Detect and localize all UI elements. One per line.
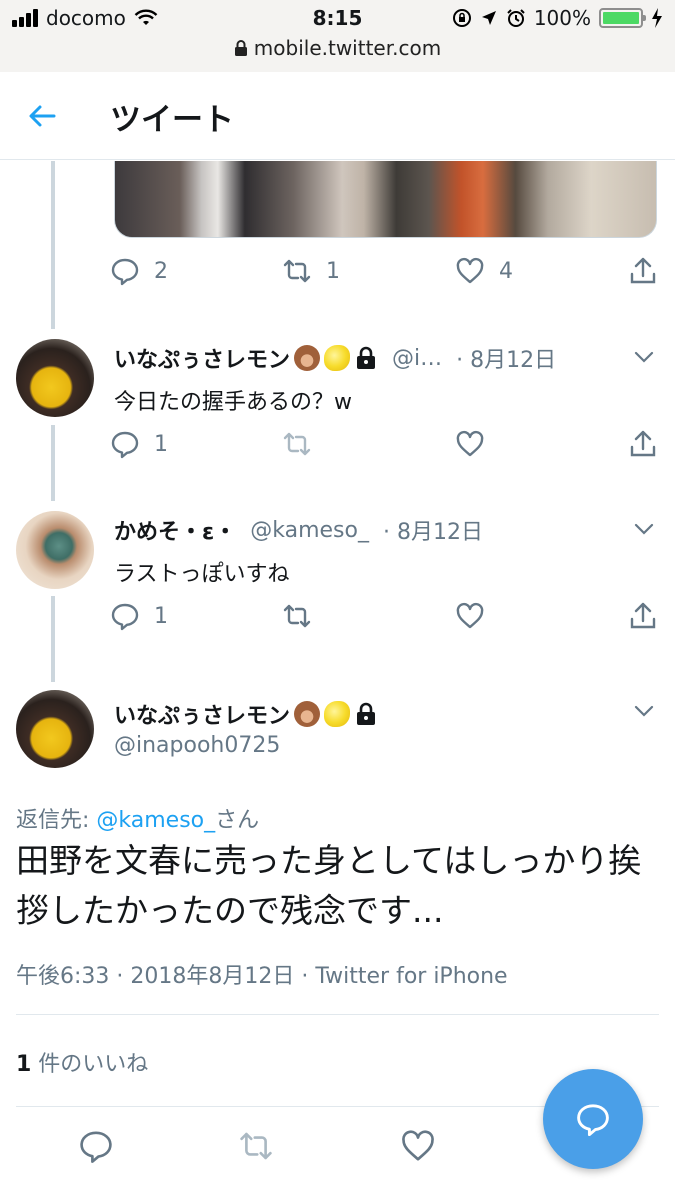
retweet-icon (283, 432, 311, 456)
protected-lock-icon (357, 346, 376, 369)
reply-button[interactable]: 2 (110, 256, 168, 286)
page-title: ツイート (110, 102, 234, 138)
heart-icon (456, 257, 484, 284)
battery-percent: 100% (533, 6, 591, 30)
reply-count: 1 (154, 431, 168, 457)
tweet-text: 今日たの握手あるの？w (114, 390, 352, 415)
tweet-timestamp[interactable]: 午後6:33 · 2018年8月12日 · Twitter for iPhone (16, 958, 508, 990)
app-header: ツイート (0, 72, 675, 160)
reply-icon[interactable] (78, 1128, 114, 1164)
author-handle: @kameso_ (250, 517, 369, 543)
address-bar[interactable]: mobile.twitter.com (0, 36, 675, 60)
share-icon (630, 257, 656, 284)
chevron-down-icon[interactable] (633, 700, 655, 722)
like-button[interactable] (455, 429, 485, 459)
retweet-icon (283, 604, 311, 628)
reply-button[interactable]: 1 (110, 601, 168, 631)
retweet-button[interactable] (282, 601, 312, 631)
reply-count: 1 (154, 603, 168, 629)
tweet-date: · 8月12日 (382, 520, 483, 545)
heart-icon[interactable] (400, 1128, 436, 1164)
like-button[interactable] (455, 601, 485, 631)
author-name: いなぷぅさレモン (114, 348, 291, 373)
avatar[interactable] (16, 339, 94, 417)
author-name: いなぷぅさレモン (114, 704, 291, 729)
chevron-down-icon[interactable] (633, 518, 655, 540)
tweet-text: ラストっぽいすね (114, 562, 290, 587)
author-handle: @i… (392, 345, 443, 371)
likes-summary[interactable]: 1 件のいいね (16, 1046, 148, 1078)
retweet-button[interactable]: 1 (282, 256, 340, 286)
lock-icon (234, 40, 247, 56)
author-name: かめそ・ε・ (114, 520, 237, 545)
thread-line (51, 425, 55, 501)
avatar[interactable] (16, 511, 94, 589)
reply-button[interactable]: 1 (110, 429, 168, 459)
status-bar: docomo 8:15 100% mobile.twitter.com (0, 0, 675, 72)
tweet-author[interactable]: いなぷぅさレモン (114, 698, 378, 730)
reply-icon (577, 1104, 609, 1137)
reply-count: 2 (154, 258, 168, 284)
heart-icon (456, 430, 484, 457)
main-tweet-text: 田野を文春に売った身としてはしっかり挨拶したかったので残念です... (16, 841, 642, 930)
protected-lock-icon (357, 702, 376, 725)
url-text: mobile.twitter.com (253, 36, 442, 60)
author-handle[interactable]: @inapooh0725 (114, 733, 280, 758)
retweet-icon[interactable] (238, 1128, 274, 1164)
alarm-icon (507, 9, 525, 27)
reply-suffix: さん (215, 808, 260, 833)
share-button[interactable] (628, 256, 658, 286)
tweet-actions: 2 1 4 (110, 256, 660, 290)
share-icon (630, 430, 656, 457)
compose-reply-button[interactable] (543, 1069, 643, 1169)
tweet-author[interactable]: かめそ・ε・ @kameso_ · 8月12日 (114, 514, 483, 546)
location-icon (481, 11, 496, 25)
reply-icon (111, 431, 139, 459)
tweet-author[interactable]: いなぷぅさレモン @i… · 8月12日 (114, 342, 556, 374)
thread-line (51, 596, 55, 682)
share-button[interactable] (628, 601, 658, 631)
like-count: 4 (499, 258, 513, 284)
thread-line (51, 161, 55, 329)
battery-icon (599, 8, 646, 28)
mention-link[interactable]: @kameso_ (96, 808, 215, 833)
orientation-lock-icon (452, 9, 471, 27)
lemon-emoji-icon (324, 701, 351, 727)
like-button[interactable]: 4 (455, 256, 513, 286)
avatar[interactable] (16, 690, 94, 768)
reply-icon (111, 258, 139, 286)
divider (16, 1014, 659, 1015)
retweet-count: 1 (326, 258, 340, 284)
bear-emoji-icon (294, 701, 321, 727)
back-arrow-icon[interactable] (26, 100, 58, 132)
reply-prefix: 返信先: (16, 808, 97, 833)
share-button[interactable] (628, 429, 658, 459)
likes-label: 件のいいね (31, 1052, 149, 1077)
tweet-actions: 1 (110, 601, 660, 635)
likes-count: 1 (16, 1052, 32, 1077)
tweet-actions: 1 (110, 429, 660, 463)
tweet-media-image[interactable] (114, 161, 657, 238)
share-icon (630, 602, 656, 629)
reply-icon (111, 603, 139, 631)
tweet-date: · 8月12日 (456, 348, 557, 373)
chevron-down-icon[interactable] (633, 346, 655, 368)
bear-emoji-icon (294, 345, 321, 371)
reply-context: 返信先: @kameso_さん (16, 802, 259, 834)
heart-icon (456, 602, 484, 629)
lemon-emoji-icon (324, 345, 351, 371)
retweet-icon (283, 259, 311, 283)
retweet-button[interactable] (282, 429, 312, 459)
charging-icon (652, 8, 662, 28)
